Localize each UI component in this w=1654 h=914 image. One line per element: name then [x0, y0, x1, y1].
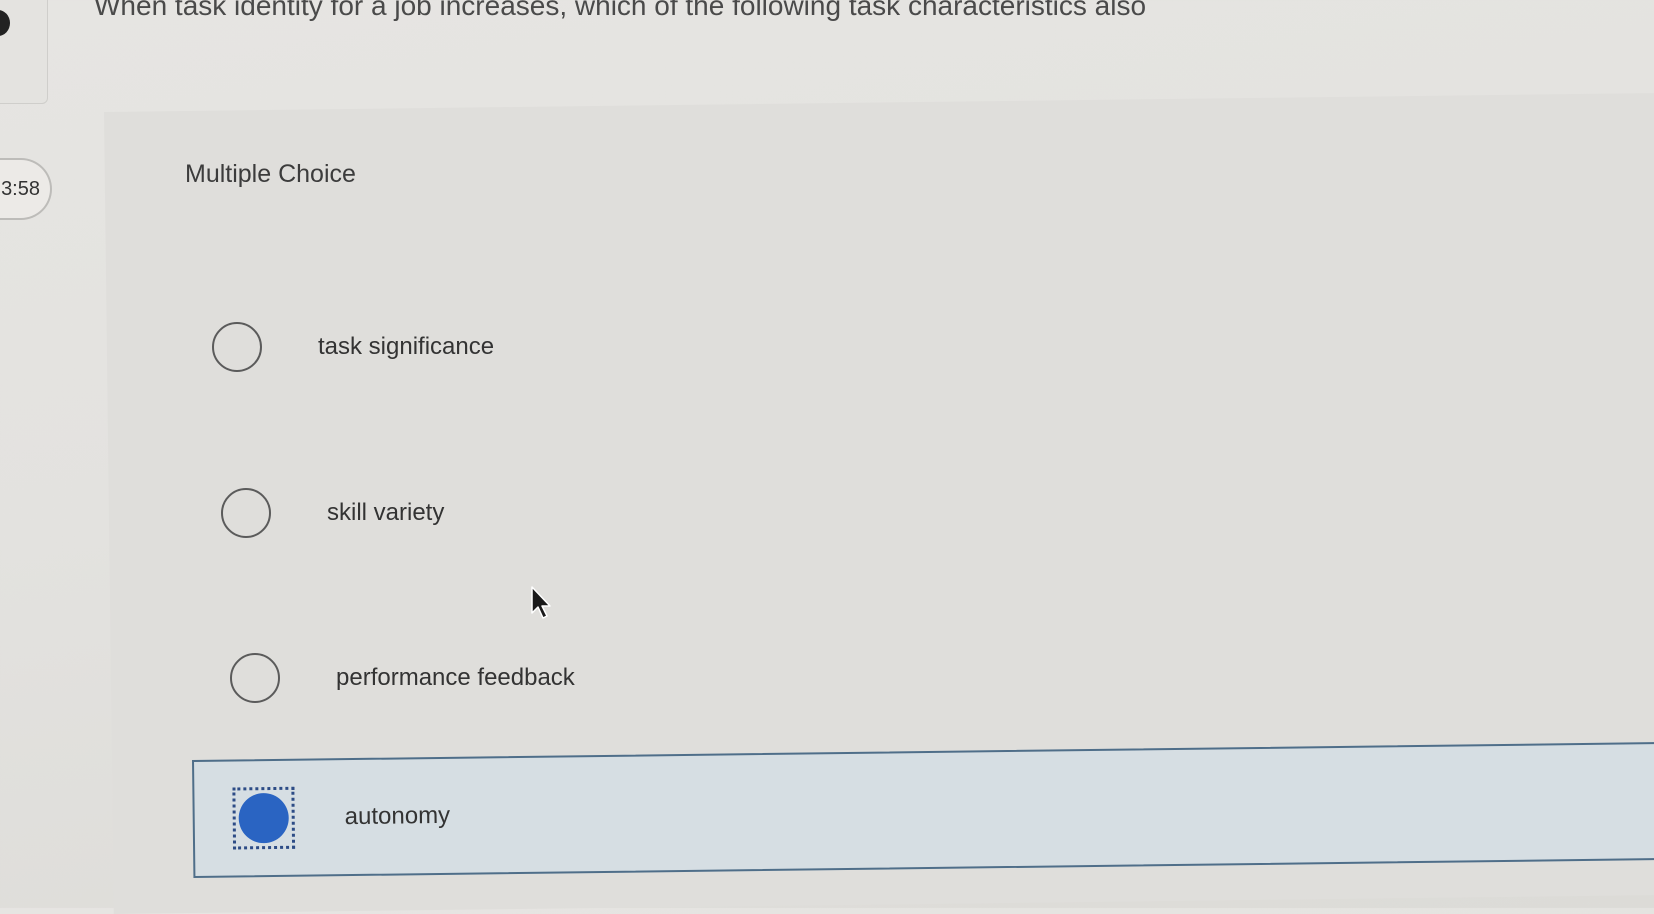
radio-selected-icon — [238, 792, 290, 844]
choice-option-selected[interactable]: autonomy — [192, 741, 1654, 878]
question-type-label: Multiple Choice — [185, 160, 356, 188]
choice-label: skill variety — [327, 499, 445, 526]
radio-button-icon[interactable] — [230, 653, 280, 703]
choice-option[interactable]: task significance — [212, 297, 494, 397]
mouse-pointer-icon — [531, 586, 551, 619]
choice-label: task significance — [318, 333, 495, 360]
timer-label: 3:58 — [1, 177, 40, 200]
radio-focus-ring[interactable] — [232, 786, 296, 850]
choice-option[interactable]: skill variety — [221, 463, 444, 563]
radio-button-icon[interactable] — [221, 488, 271, 538]
timer-badge: 3:58 — [0, 158, 52, 220]
question-text: When task identity for a job increases, … — [94, 0, 1147, 21]
radio-button-icon[interactable] — [212, 322, 262, 372]
choice-label: autonomy — [344, 801, 451, 831]
choice-label: performance feedback — [336, 664, 575, 691]
choice-option[interactable]: performance feedback — [230, 628, 575, 728]
